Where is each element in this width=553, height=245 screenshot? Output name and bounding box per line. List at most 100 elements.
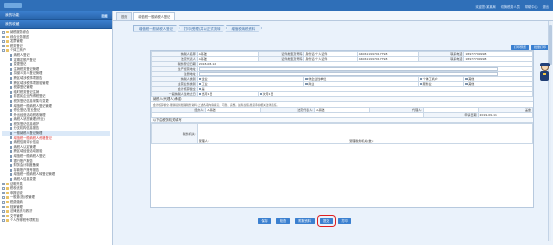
- folder-icon: [5, 210, 9, 213]
- option-label: 当月1日: [201, 92, 213, 96]
- form-row: 生产经营地址: [151, 66, 534, 72]
- form-table: 纳税人名称 A基础 证件类型及号码 身份证/个人证件 4406119970177…: [151, 51, 534, 97]
- document-icon: [10, 62, 13, 66]
- document-icon: [10, 127, 13, 131]
- document-icon: [10, 53, 13, 57]
- expand-toggle-icon[interactable]: [2, 214, 5, 218]
- registration-form: 纳税人名称 A基础 证件类型及号码 身份证/个人证件 4406119970177…: [150, 50, 534, 208]
- document-icon: [10, 177, 13, 181]
- receiver-stamp-label: 受理税务机关(章):: [349, 139, 374, 143]
- folder-icon: [5, 31, 9, 34]
- field-label: 申请日期: [423, 112, 479, 118]
- document-icon: [10, 131, 13, 135]
- option-label: 服务业: [422, 82, 432, 86]
- sidebar-header: 我的功能 隐藏: [0, 11, 112, 20]
- option-label: 其他: [468, 82, 475, 86]
- document-icon: [10, 118, 13, 122]
- tab-bar: 首页 增值税一般纳税人登记: [113, 11, 553, 21]
- form-row: 一般纳税人生效之日 当月1日 次月1日: [151, 91, 534, 97]
- tax-table: 税务机关: 受理人: 受理税务机关(章):: [151, 123, 534, 144]
- document-icon: [10, 72, 13, 76]
- document-icon: [10, 122, 13, 126]
- sidebar-hide-button[interactable]: 隐藏: [101, 13, 108, 18]
- expand-toggle-icon[interactable]: [2, 40, 5, 43]
- expand-toggle-icon[interactable]: [2, 210, 5, 213]
- vertical-scrollbar[interactable]: [548, 21, 552, 241]
- document-icon: [10, 136, 13, 140]
- option-label: 企业: [201, 77, 208, 81]
- folder-icon: [5, 205, 9, 209]
- attachments-button[interactable]: 附报资料: [294, 218, 315, 224]
- document-icon: [10, 150, 13, 154]
- tab-1[interactable]: 增值税一般纳税人登记: [133, 12, 176, 20]
- field-value[interactable]: [196, 71, 534, 77]
- expand-toggle-icon[interactable]: [2, 182, 5, 186]
- breadcrumb-step-2[interactable]: 打印(受理)并以正式流转: [177, 24, 228, 32]
- document-icon: [10, 168, 13, 172]
- option-label: 其他: [468, 77, 475, 81]
- document-icon: [10, 90, 13, 94]
- bottom-buttons: 保存 检查 附报资料 提交 打印: [258, 215, 352, 227]
- expand-toggle-icon[interactable]: [2, 196, 5, 199]
- breadcrumb-step-1[interactable]: 增值税一般纳税人登记: [133, 24, 180, 32]
- expand-toggle-icon[interactable]: [2, 219, 5, 222]
- sidebar-favorites-header[interactable]: 我的收藏: [0, 20, 112, 29]
- check-button[interactable]: 检查: [276, 218, 290, 224]
- address-input[interactable]: [198, 67, 498, 71]
- document-icon: [10, 67, 13, 71]
- topbar-links: 欢迎您:某某局 切换税务人员 帮助中心 退出: [476, 4, 549, 9]
- reg-address-input[interactable]: [198, 72, 498, 76]
- document-icon: [10, 108, 13, 112]
- tax-opinion-area[interactable]: 受理人: 受理税务机关(章):: [196, 123, 534, 144]
- expand-toggle-icon[interactable]: [2, 49, 5, 52]
- expand-toggle-icon[interactable]: [2, 31, 5, 34]
- folder-icon: [5, 191, 9, 195]
- topbar-user[interactable]: 欢迎您:某某局: [476, 4, 496, 9]
- document-icon: [10, 173, 13, 177]
- field-label: 税务机关:: [151, 123, 198, 144]
- expand-toggle-icon[interactable]: [2, 191, 5, 195]
- folder-icon: [5, 35, 9, 39]
- scrollbar-thumb[interactable]: [549, 25, 552, 65]
- print-button[interactable]: 打印: [337, 218, 352, 224]
- breadcrumb: 增值税一般纳税人登记 打印(受理)并以正式流转 增值税纳税资料: [133, 24, 263, 32]
- document-icon: [10, 76, 13, 80]
- topbar-help[interactable]: 帮助中心: [525, 4, 538, 9]
- folder-icon: [5, 40, 9, 43]
- document-icon: [10, 113, 13, 117]
- assistant-cap: [539, 62, 550, 66]
- tax-row: 税务机关: 受理人: 受理税务机关(章):: [151, 123, 534, 144]
- save-button[interactable]: 保存: [258, 218, 272, 224]
- sidebar-item-label: 个人所得税专项附加: [9, 218, 39, 223]
- option-label: 商业: [308, 82, 315, 86]
- assistant-badge: [543, 73, 546, 75]
- effective-option[interactable]: 次月1日: [257, 91, 534, 97]
- receiver-label: 受理人:: [198, 139, 209, 143]
- expand-toggle-icon[interactable]: [2, 44, 5, 48]
- effective-option[interactable]: 当月1日: [196, 91, 259, 97]
- expand-toggle-icon[interactable]: [2, 35, 5, 39]
- sidebar-title: 我的功能: [5, 13, 20, 17]
- topbar-switch[interactable]: 切换税务人员: [501, 4, 520, 9]
- assistant-avatar-icon[interactable]: [539, 62, 550, 82]
- expand-toggle-icon[interactable]: [2, 187, 5, 190]
- sidebar-item[interactable]: 个人所得税专项附加: [2, 218, 110, 223]
- apply-date[interactable]: 2019-09-11: [477, 112, 534, 118]
- option-label: 非企业性单位: [308, 77, 327, 81]
- document-icon: [10, 95, 13, 99]
- top-bar: 欢迎您:某某局 切换税务人员 帮助中心 退出: [0, 0, 553, 11]
- tab-0[interactable]: 首页: [116, 12, 133, 20]
- document-icon: [10, 159, 13, 163]
- breadcrumb-step-3[interactable]: 增值税纳税资料: [225, 24, 263, 32]
- agent-table: 经办人: A基础 法定代表人: A基础 代理人: 盖章 申请日期 2019-09…: [150, 107, 534, 118]
- topbar-logout[interactable]: 退出: [543, 4, 549, 9]
- app-logo: [4, 3, 22, 8]
- folder-icon: [5, 214, 9, 218]
- expand-toggle-icon[interactable]: [2, 205, 5, 209]
- folder-icon: [5, 49, 9, 52]
- field-value[interactable]: [196, 66, 534, 72]
- submit-button[interactable]: 提交: [316, 215, 336, 227]
- expand-toggle-icon[interactable]: [2, 200, 5, 204]
- field-label: 一般纳税人生效之日: [151, 91, 198, 97]
- main-area: 首页 增值税一般纳税人登记 增值税一般纳税人登记 打印(受理)并以正式流转 增值税…: [113, 11, 553, 245]
